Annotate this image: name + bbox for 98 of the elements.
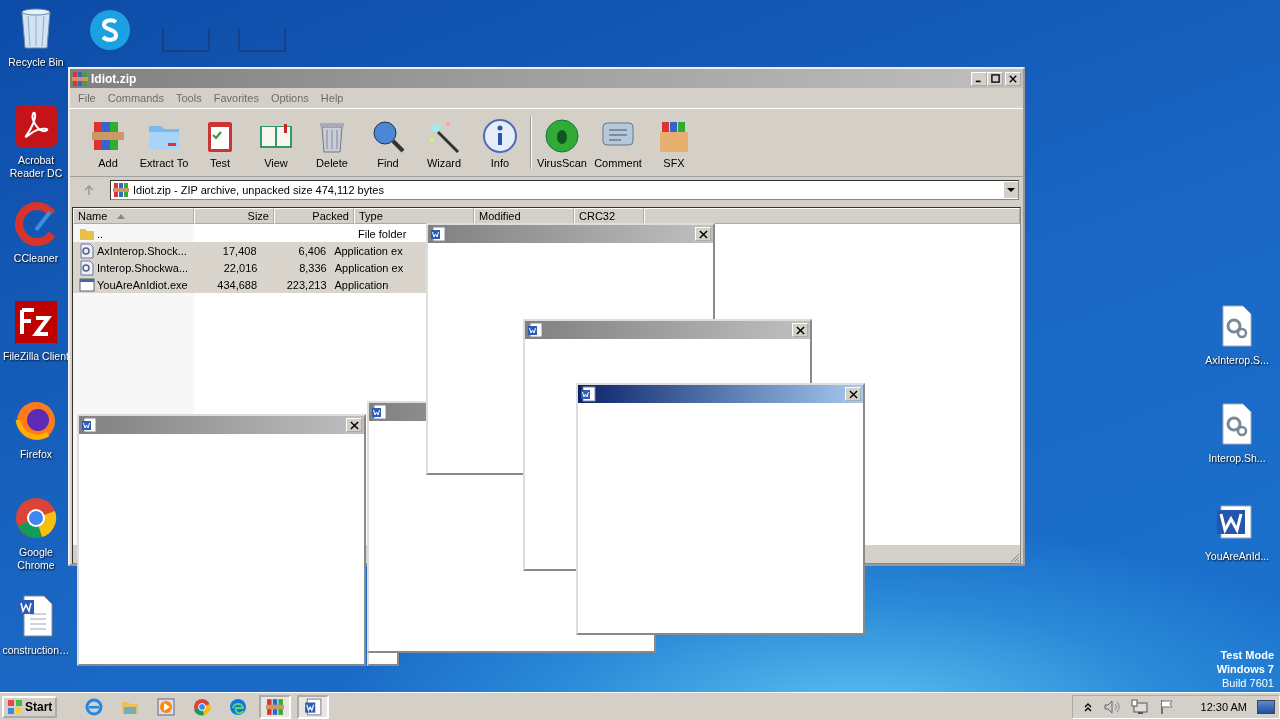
toolbar-button[interactable]: Find [360,117,416,169]
ie-icon [85,697,104,716]
virus-tool-icon [544,117,580,154]
maximize-icon [990,74,1000,83]
table-cell: Application ex [334,244,403,257]
flag-icon[interactable] [1158,698,1175,715]
clock[interactable]: 12:30 AM [1200,700,1247,713]
file-row[interactable]: .. File folder [73,225,1020,242]
show-desktop-button[interactable] [1257,699,1275,714]
close-button[interactable] [1005,71,1021,86]
start-button[interactable]: Start [2,695,58,718]
chevron-up-icon[interactable] [1082,701,1093,712]
archive-app-icon [266,697,285,716]
menu-item[interactable]: Favorites [207,92,265,104]
word-app-icon [430,226,446,242]
minimize-button[interactable] [971,71,987,86]
toolbar-button[interactable]: VirusScan [534,117,590,169]
filezilla-app-icon [14,300,58,344]
archive-app-icon [72,70,88,87]
close-icon [349,420,359,430]
close-button[interactable] [845,387,861,401]
test-mode-text: Build 7601 [1222,676,1274,690]
column-header[interactable]: Name [73,208,194,224]
desktop-icon-label[interactable]: CCleaner [13,252,59,265]
menu-item[interactable]: Tools [170,92,208,104]
file-name: YouAreAnIdiot.exe [97,278,188,291]
network-icon[interactable] [1130,698,1149,715]
word-app-icon [580,386,596,402]
column-header[interactable]: Size [194,208,274,224]
pdf-app-icon [14,104,58,148]
desktop-icon-label[interactable]: Recycle Bin [8,56,64,69]
close-button[interactable] [346,418,362,432]
desktop-icon-label[interactable]: YouAreAnId... [1204,550,1270,563]
file-thumbnail-icon [238,28,286,52]
toolbar-button[interactable]: View [248,117,304,169]
toolbar-button[interactable]: Info [472,117,528,169]
window-title: Idiot.zip [91,71,137,86]
close-button[interactable] [695,227,711,241]
word-app-icon [527,322,543,338]
edge-icon [229,697,248,716]
gear-file-icon [79,242,95,259]
table-cell: Application [334,278,389,291]
chrome-icon [193,697,212,716]
menu-item[interactable]: Options [264,92,315,104]
desktop-icon-label[interactable]: Acrobat Reader DC [9,154,63,180]
close-icon [848,389,858,399]
table-cell: Application ex [334,261,404,274]
file-name: Interop.Shockwa... [97,261,189,274]
windows-logo-icon [7,698,23,715]
info-tool-icon [482,117,518,154]
archive-icon [113,182,129,198]
toolbar-button[interactable]: Extract To [136,117,192,169]
menu-item[interactable]: Commands [101,92,170,104]
test-mode-text: Windows 7 [1216,662,1274,676]
close-icon [795,325,805,335]
table-cell: File folder [358,227,407,240]
file-thumbnail-icon [162,28,210,52]
word-app-icon [304,697,323,716]
up-arrow-icon [83,184,95,196]
word-app-icon [371,404,387,420]
table-cell: 8,336 [299,261,327,274]
table-cell: 434,688 [217,278,258,291]
toolbar-button[interactable]: Comment [590,117,646,169]
sort-arrow-icon [117,213,126,219]
desktop-icon-label[interactable]: AxInterop.S... [1205,354,1269,367]
taskbar-button[interactable] [297,694,330,719]
table-cell: 22,016 [223,261,258,274]
maximize-button[interactable] [987,71,1003,86]
close-icon [698,229,708,239]
column-header[interactable]: Packed [274,208,354,224]
desktop-icon-label[interactable]: Firefox [19,448,53,461]
taskbar-button[interactable] [259,694,292,719]
toolbar-button[interactable]: Add [80,117,136,169]
toolbar-button[interactable]: Delete [304,117,360,169]
table-cell: 223,213 [286,278,327,291]
toolbar-button[interactable]: Wizard [416,117,472,169]
application-icon [79,276,95,293]
close-button[interactable] [792,323,808,337]
toolbar-button[interactable]: Test [192,117,248,169]
skype-app-icon [88,8,132,52]
desktop-icon-label[interactable]: Interop.Sh... [1208,452,1266,465]
file-name: AxInterop.Shock... [97,244,187,257]
cleaner-app-icon [14,202,58,246]
chrome-app-icon [14,496,58,540]
desktop-icon-label[interactable]: Google Chrome [17,546,55,572]
gear-file-icon [79,259,95,276]
speaker-icon[interactable] [1102,698,1121,715]
table-cell: 6,406 [298,244,327,257]
test-mode-text: Test Mode [1220,648,1274,662]
word-app-icon [81,417,97,433]
media-player-icon [157,697,176,716]
desktop-icon-label[interactable]: construction… [2,644,70,657]
file-name: .. [97,227,104,240]
desktop-icon-label[interactable]: FileZilla Client [3,350,69,363]
close-icon [1009,74,1017,83]
table-cell: 17,408 [222,244,257,257]
toolbar-button[interactable]: SFX [646,117,702,169]
path-field[interactable]: Idiot.zip - ZIP archive, unpacked size 474,112 bytes [110,180,1019,200]
